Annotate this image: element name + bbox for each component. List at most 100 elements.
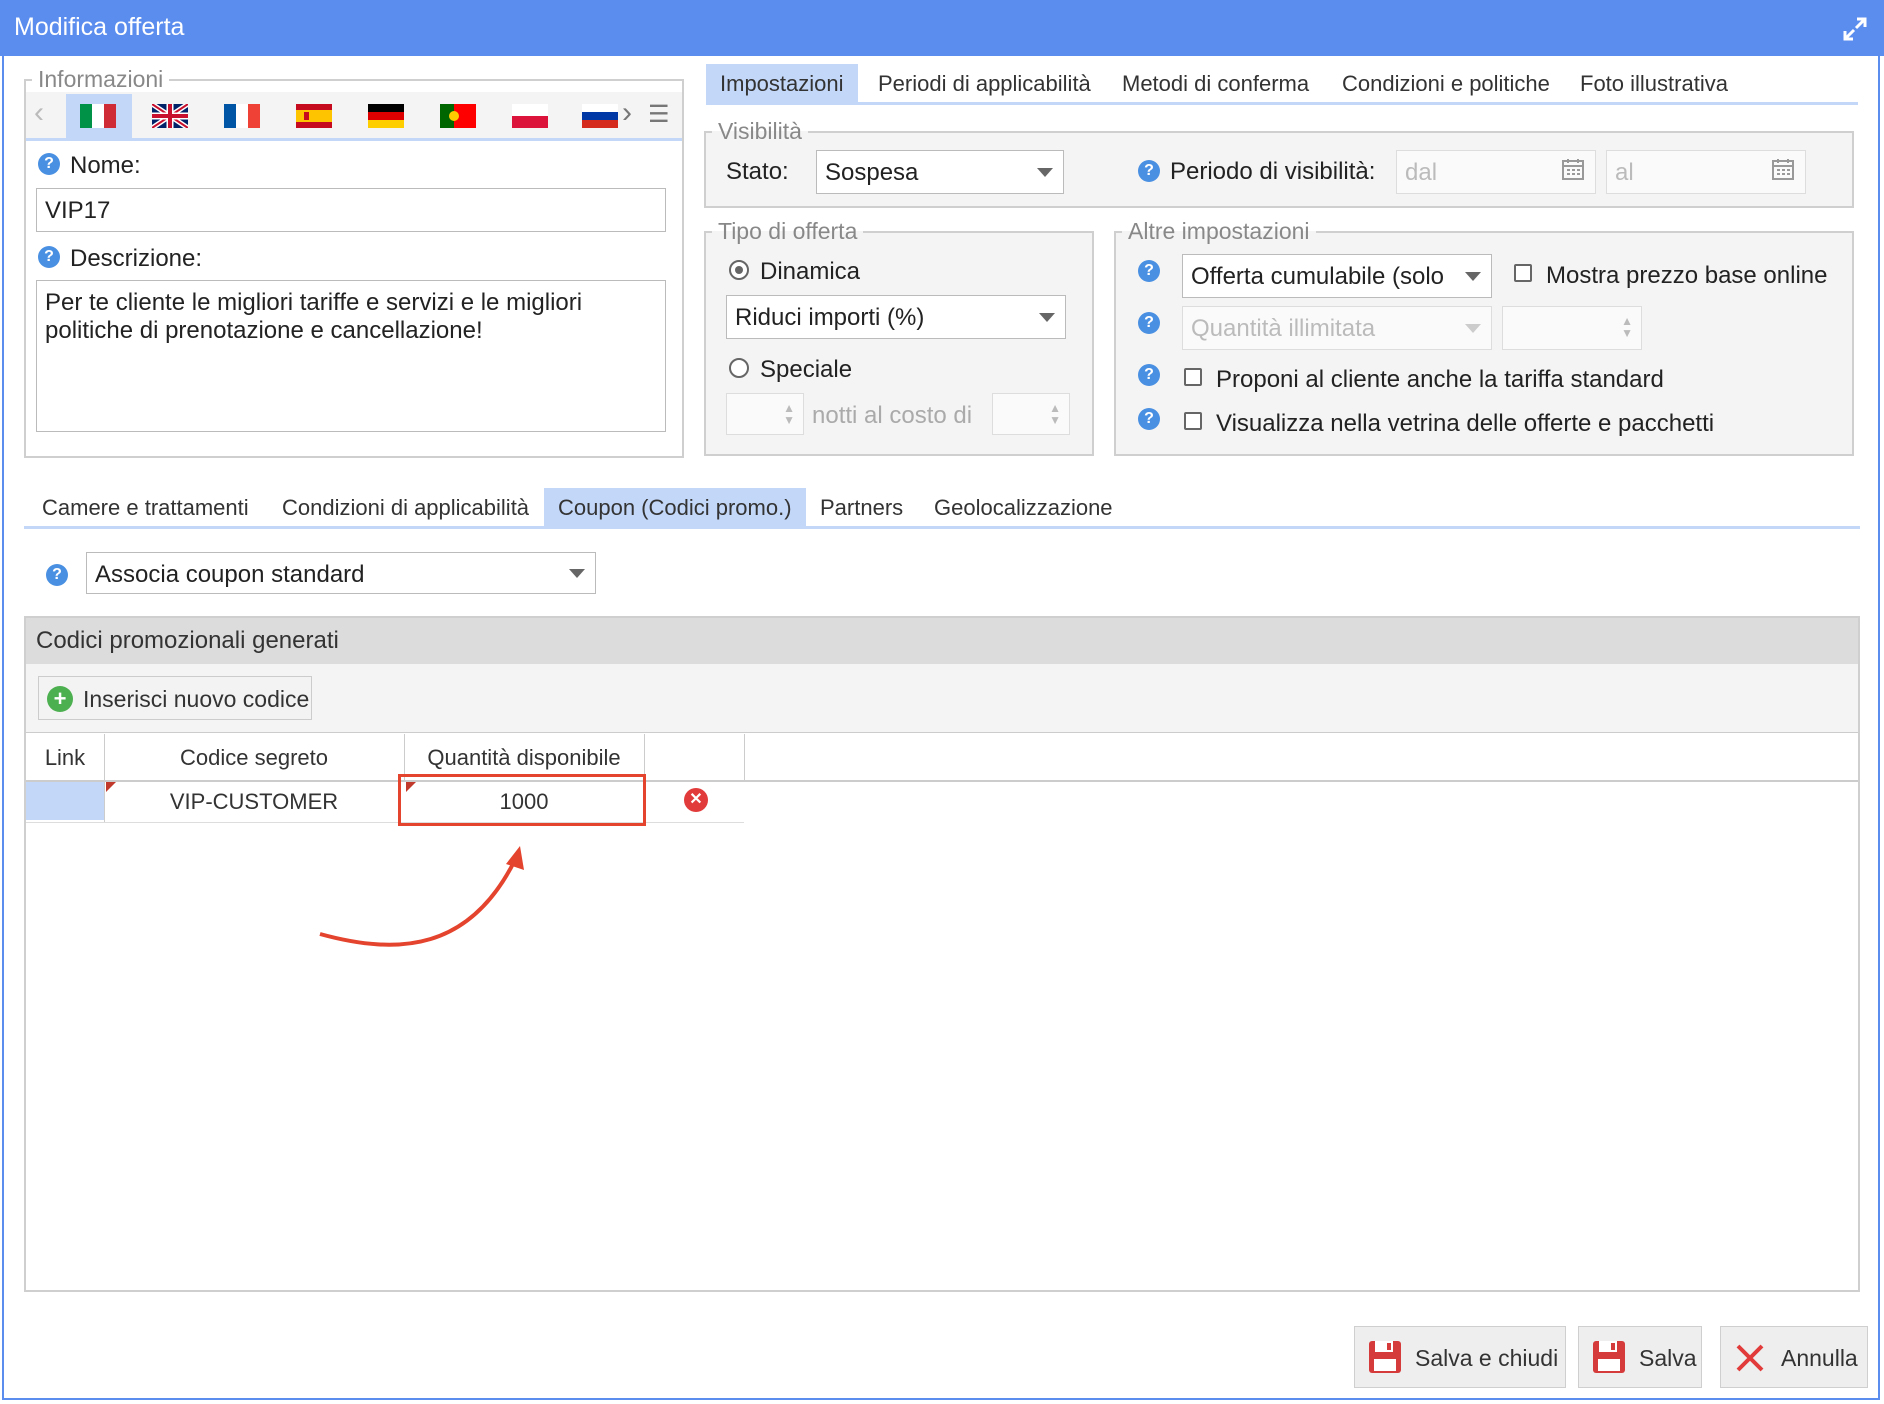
associate-coupon-select[interactable]: Associa coupon standard bbox=[86, 552, 596, 594]
chevron-down-icon bbox=[1465, 272, 1481, 281]
tab-metodi[interactable]: Metodi di conferma bbox=[1108, 64, 1323, 104]
nights-text: notti al costo di bbox=[812, 402, 973, 429]
code-cell[interactable]: VIP-CUSTOMER bbox=[104, 789, 404, 815]
close-icon bbox=[1736, 1344, 1764, 1372]
calendar-icon[interactable] bbox=[1771, 157, 1795, 181]
grid-col-divider bbox=[744, 734, 745, 780]
tab-periodi[interactable]: Periodi di applicabilità bbox=[864, 64, 1105, 104]
dynamic-select-value: Riduci importi (%) bbox=[735, 304, 925, 331]
help-icon[interactable]: ? bbox=[1138, 408, 1160, 430]
help-icon[interactable]: ? bbox=[1138, 260, 1160, 282]
flag-es-icon[interactable] bbox=[296, 104, 332, 128]
tab-underline bbox=[706, 102, 1858, 105]
title-bar[interactable] bbox=[0, 0, 1884, 56]
description-label: Descrizione: bbox=[70, 245, 203, 272]
tab-impostazioni[interactable]: Impostazioni bbox=[706, 64, 858, 104]
chevron-down-icon bbox=[569, 569, 585, 578]
annotation-arrow-icon bbox=[319, 846, 524, 947]
column-header-quantity[interactable]: Quantità disponibile bbox=[404, 745, 644, 771]
flag-pl-icon[interactable] bbox=[512, 104, 548, 128]
help-icon[interactable]: ? bbox=[46, 564, 68, 586]
associate-coupon-value: Associa coupon standard bbox=[95, 561, 365, 588]
help-icon[interactable]: ? bbox=[38, 246, 60, 268]
expand-icon[interactable] bbox=[1842, 16, 1868, 42]
quantity-select[interactable]: Quantità illimitata bbox=[1182, 306, 1492, 350]
delete-icon[interactable]: ✕ bbox=[684, 788, 708, 812]
visibility-legend: Visibilità bbox=[718, 118, 802, 144]
chevron-down-icon bbox=[1039, 313, 1055, 322]
chevron-down-icon bbox=[1465, 324, 1481, 333]
flag-fr-icon[interactable] bbox=[224, 104, 260, 128]
flag-ru-icon[interactable] bbox=[582, 104, 618, 128]
dynamic-select[interactable]: Riduci importi (%) bbox=[726, 295, 1066, 339]
offer-type-legend: Tipo di offerta bbox=[718, 218, 858, 244]
other-settings-legend: Altre impostazioni bbox=[1128, 218, 1310, 244]
help-icon[interactable]: ? bbox=[38, 153, 60, 175]
dialog-title: Modifica offerta bbox=[14, 13, 185, 41]
column-header-link[interactable]: Link bbox=[26, 745, 104, 771]
date-to-input[interactable]: al bbox=[1606, 150, 1806, 194]
showcase-label: Visualizza nella vetrina delle offerte e… bbox=[1216, 410, 1715, 437]
info-legend: Informazioni bbox=[38, 66, 164, 92]
link-cell[interactable] bbox=[26, 782, 104, 820]
highlight-box bbox=[398, 774, 646, 826]
nights-stepper[interactable]: ▲ ▼ bbox=[726, 393, 804, 435]
name-label: Nome: bbox=[70, 152, 141, 179]
calendar-icon[interactable] bbox=[1561, 157, 1585, 181]
tab-underline bbox=[24, 526, 1860, 529]
showcase-checkbox[interactable] bbox=[1184, 412, 1202, 430]
cancel-button[interactable]: Annulla bbox=[1720, 1326, 1868, 1388]
date-from-input[interactable]: dal bbox=[1396, 150, 1596, 194]
stato-select[interactable]: Sospesa bbox=[816, 150, 1064, 194]
flag-de-icon[interactable] bbox=[368, 104, 404, 128]
tab-condizioni[interactable]: Condizioni e politiche bbox=[1328, 64, 1564, 104]
show-base-price-label: Mostra prezzo base online bbox=[1546, 262, 1828, 289]
chevron-right-icon[interactable]: › bbox=[622, 96, 632, 130]
help-icon[interactable]: ? bbox=[1138, 312, 1160, 334]
save-label: Salva bbox=[1639, 1345, 1697, 1371]
tab-partners[interactable]: Partners bbox=[806, 488, 917, 528]
cumulative-select[interactable]: Offerta cumulabile (solo bbox=[1182, 254, 1492, 298]
cumulative-select-value: Offerta cumulabile (solo bbox=[1191, 263, 1445, 290]
spinner-icon[interactable]: ▲ ▼ bbox=[1621, 315, 1633, 339]
plus-circle-icon: + bbox=[47, 686, 73, 712]
stato-value: Sospesa bbox=[825, 159, 919, 186]
tab-geolocalizzazione[interactable]: Geolocalizzazione bbox=[920, 488, 1127, 528]
quantity-stepper[interactable]: ▲ ▼ bbox=[1502, 306, 1642, 350]
tab-coupon[interactable]: Coupon (Codici promo.) bbox=[544, 488, 806, 528]
date-from-placeholder: dal bbox=[1405, 159, 1438, 186]
flag-it-icon[interactable] bbox=[80, 104, 116, 128]
flag-en-icon[interactable] bbox=[152, 104, 188, 128]
date-to-placeholder: al bbox=[1615, 159, 1634, 186]
chevron-left-icon[interactable]: ‹ bbox=[34, 96, 44, 130]
cost-stepper[interactable]: ▲ ▼ bbox=[992, 393, 1070, 435]
save-button[interactable]: Salva bbox=[1578, 1326, 1702, 1388]
spinner-icon[interactable]: ▲ ▼ bbox=[1049, 402, 1061, 426]
quantity-select-value: Quantità illimitata bbox=[1191, 315, 1376, 342]
tab-camere[interactable]: Camere e trattamenti bbox=[28, 488, 263, 528]
coupon-panel-title: Codici promozionali generati bbox=[36, 627, 339, 654]
name-input[interactable]: VIP17 bbox=[36, 188, 666, 232]
help-icon[interactable]: ? bbox=[1138, 364, 1160, 386]
insert-code-button[interactable]: + Inserisci nuovo codice bbox=[38, 676, 312, 720]
help-icon[interactable]: ? bbox=[1138, 160, 1160, 182]
dynamic-label: Dinamica bbox=[760, 258, 861, 285]
tab-condizioni-applicabilita[interactable]: Condizioni di applicabilità bbox=[268, 488, 543, 528]
dynamic-radio[interactable] bbox=[729, 260, 749, 280]
show-base-price-checkbox[interactable] bbox=[1514, 264, 1532, 282]
save-close-button[interactable]: Salva e chiudi bbox=[1354, 1326, 1566, 1388]
list-icon[interactable]: ☰ bbox=[648, 100, 670, 129]
propose-standard-label: Proponi al cliente anche la tariffa stan… bbox=[1216, 366, 1664, 393]
column-header-code[interactable]: Codice segreto bbox=[104, 745, 404, 771]
save-close-label: Salva e chiudi bbox=[1415, 1345, 1559, 1371]
propose-standard-checkbox[interactable] bbox=[1184, 368, 1202, 386]
tab-foto[interactable]: Foto illustrativa bbox=[1566, 64, 1742, 104]
insert-code-label: Inserisci nuovo codice bbox=[83, 686, 310, 712]
stato-label: Stato: bbox=[726, 158, 789, 185]
special-label: Speciale bbox=[760, 356, 853, 383]
cancel-label: Annulla bbox=[1781, 1345, 1858, 1371]
special-radio[interactable] bbox=[729, 358, 749, 378]
spinner-icon[interactable]: ▲ ▼ bbox=[783, 402, 795, 426]
description-textarea[interactable]: Per te cliente le migliori tariffe e ser… bbox=[36, 280, 666, 432]
flag-pt-icon[interactable] bbox=[440, 104, 476, 128]
